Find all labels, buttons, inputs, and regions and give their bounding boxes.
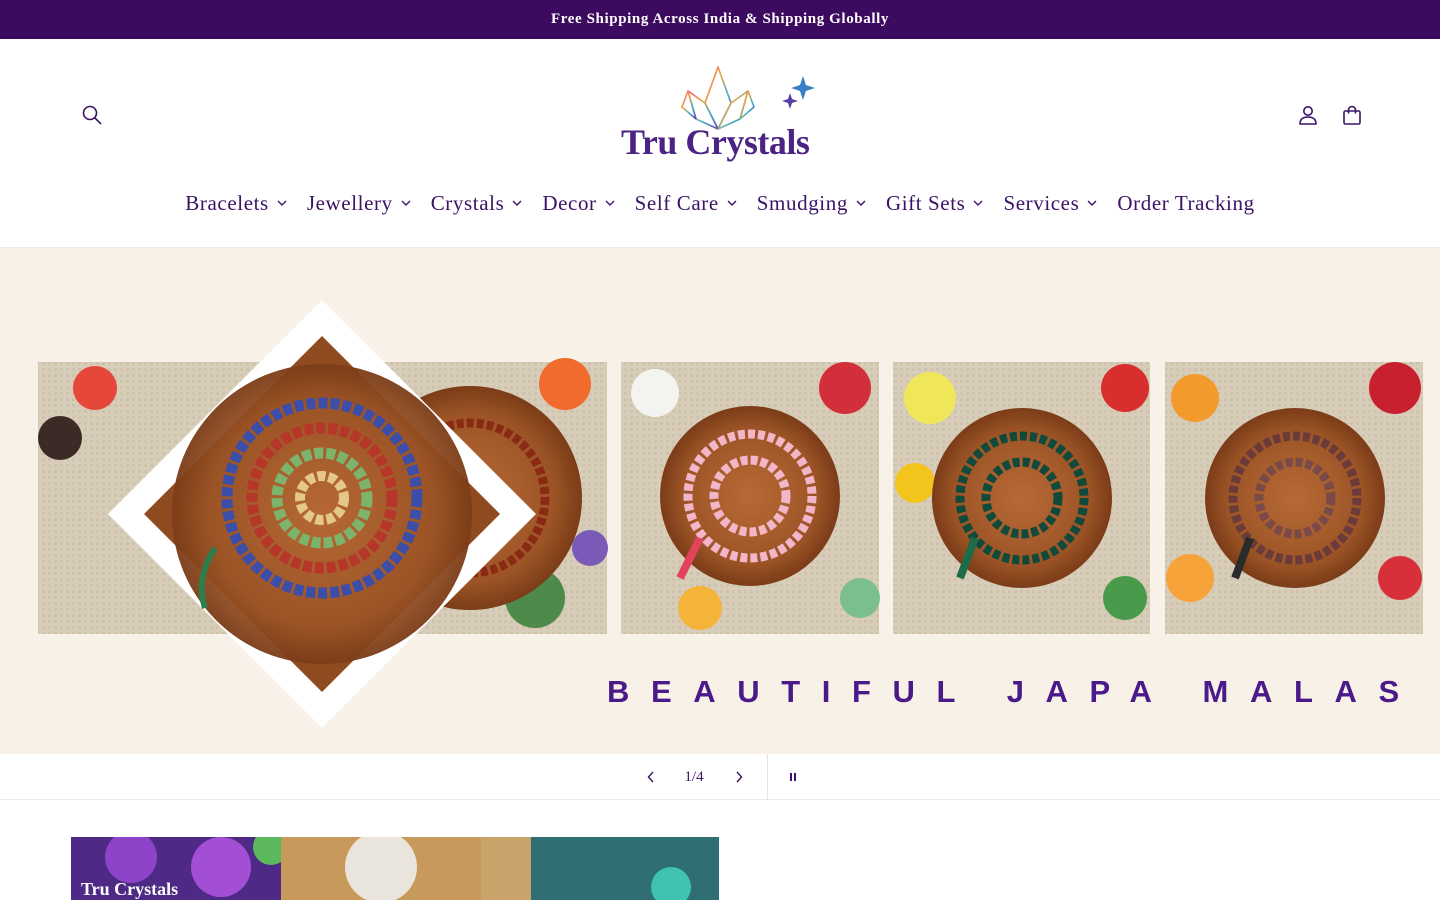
- nav-item-label: Gift Sets: [885, 190, 966, 215]
- cart-button[interactable]: [1336, 99, 1368, 131]
- nav-item-label: Self Care: [634, 190, 719, 215]
- pause-icon: [790, 773, 796, 781]
- promo-image[interactable]: Tru Crystals: [71, 837, 719, 900]
- hero-caption: BEAUTIFUL JAPA MALAS: [607, 674, 1421, 709]
- search-button[interactable]: [76, 99, 108, 131]
- previous-slide-button[interactable]: [636, 754, 666, 800]
- announcement-bar: Free Shipping Across India & Shipping Gl…: [0, 0, 1440, 39]
- site-logo[interactable]: Tru Crystals: [618, 63, 824, 167]
- slide-counter: 1/4: [684, 768, 704, 785]
- nav-item-gift-sets[interactable]: Gift Sets: [876, 191, 994, 216]
- chevron-down-icon: [401, 200, 411, 206]
- chevron-left-icon: [647, 771, 654, 783]
- brand-name: Tru Crystals: [621, 122, 810, 162]
- site-header: Tru Crystals Bracelets Jewellery Crystal…: [0, 39, 1440, 248]
- nav-item-label: Decor: [542, 190, 597, 215]
- nav-item-services[interactable]: Services: [993, 191, 1107, 216]
- nav-item-decor[interactable]: Decor: [532, 191, 624, 216]
- nav-item-label: Bracelets: [185, 190, 269, 215]
- nav-item-label: Crystals: [430, 190, 505, 215]
- bag-icon: [1343, 105, 1361, 125]
- nav-item-jewellery[interactable]: Jewellery: [297, 191, 421, 216]
- nav-item-bracelets[interactable]: Bracelets: [175, 191, 297, 216]
- nav-item-label: Order Tracking: [1117, 190, 1255, 215]
- controls-divider: [767, 754, 768, 800]
- chevron-down-icon: [727, 200, 737, 206]
- nav-item-smudging[interactable]: Smudging: [747, 191, 876, 216]
- chevron-down-icon: [973, 200, 983, 206]
- nav-item-crystals[interactable]: Crystals: [421, 191, 533, 216]
- announcement-text: Free Shipping Across India & Shipping Gl…: [551, 11, 889, 27]
- user-icon: [1299, 106, 1317, 125]
- nav-item-label: Services: [1003, 190, 1080, 215]
- nav-item-order-tracking[interactable]: Order Tracking: [1107, 191, 1264, 216]
- nav-item-self-care[interactable]: Self Care: [625, 191, 747, 216]
- slideshow-controls: 1/4: [0, 754, 1440, 800]
- account-button[interactable]: [1292, 99, 1324, 131]
- main-navigation: Bracelets Jewellery Crystals Decor Self …: [0, 181, 1440, 225]
- chevron-down-icon: [856, 200, 866, 206]
- chevron-down-icon: [512, 200, 522, 206]
- chevron-down-icon: [1087, 200, 1097, 206]
- next-slide-button[interactable]: [724, 754, 754, 800]
- pause-slideshow-button[interactable]: [778, 754, 808, 800]
- nav-item-label: Smudging: [756, 190, 848, 215]
- promo-brand-text: Tru Crystals: [81, 879, 179, 899]
- chevron-right-icon: [736, 771, 743, 783]
- chevron-down-icon: [277, 200, 287, 206]
- nav-item-label: Jewellery: [306, 190, 393, 215]
- search-icon: [82, 105, 102, 125]
- chevron-down-icon: [605, 200, 615, 206]
- hero-slideshow[interactable]: BEAUTIFUL JAPA MALAS: [0, 248, 1440, 754]
